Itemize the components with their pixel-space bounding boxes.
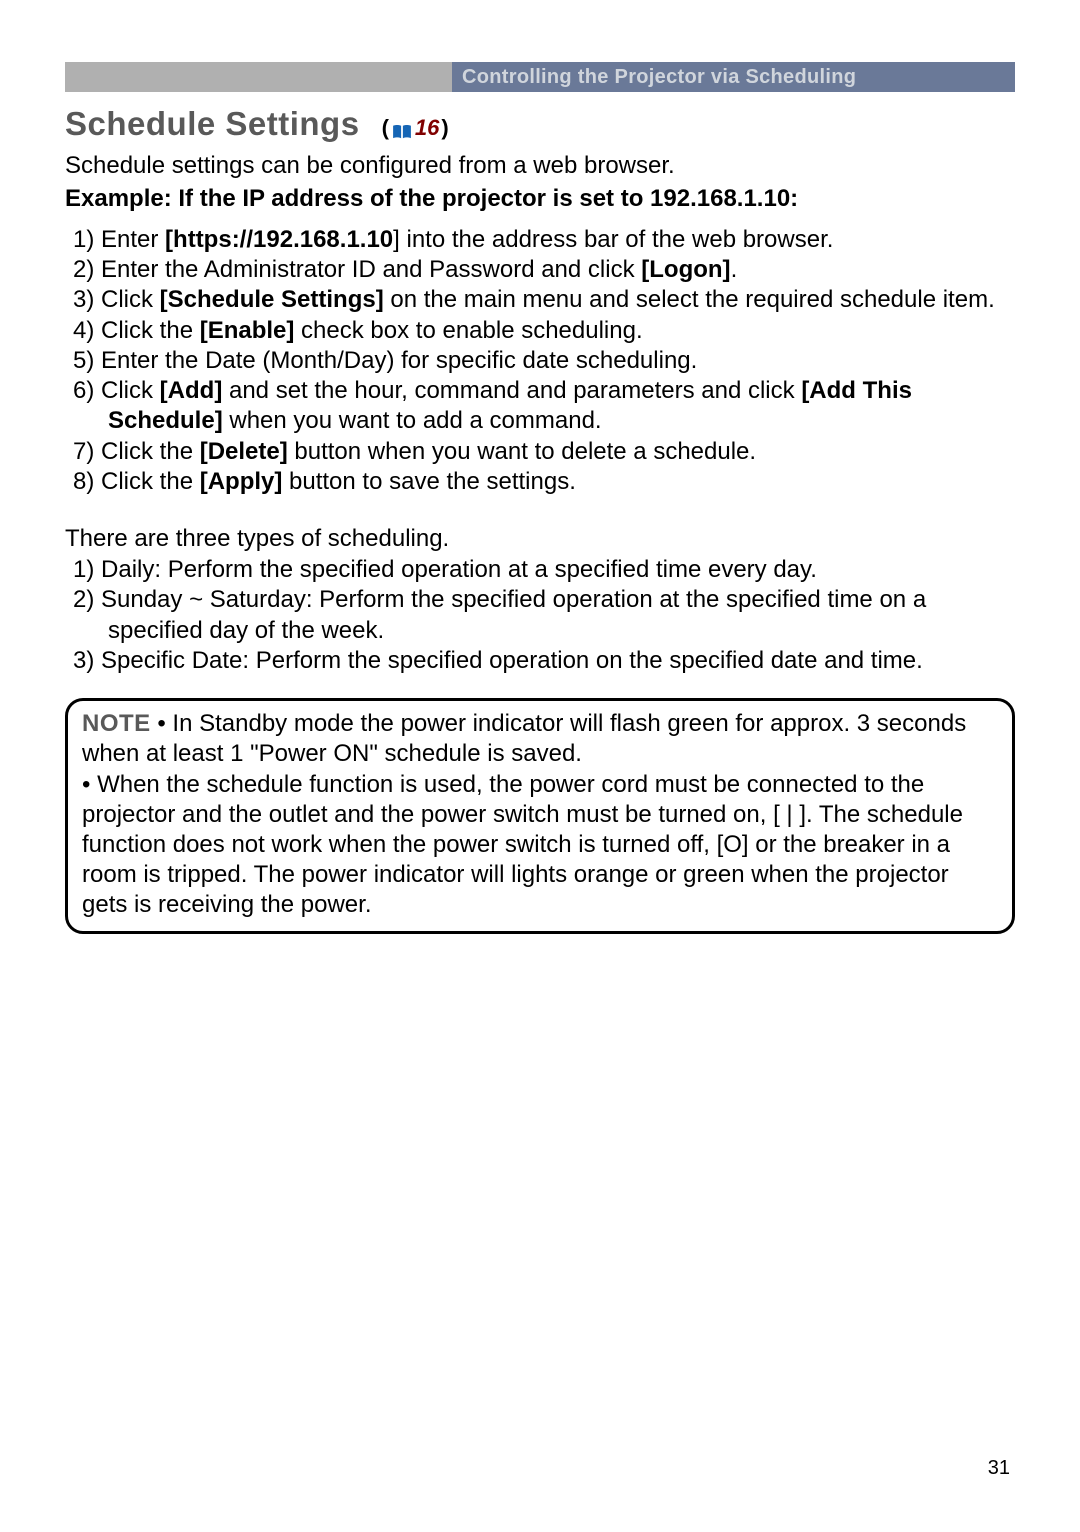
step-1: 1) Enter [https://192.168.1.10] into the…: [73, 225, 1015, 255]
type-2: 2) Sunday ~ Saturday: Perform the specif…: [73, 585, 1015, 645]
header-section-title: Controlling the Projector via Scheduling: [462, 66, 856, 89]
types-list: 1) Daily: Perform the specified operatio…: [65, 555, 1015, 676]
step-5: 5) Enter the Date (Month/Day) for specif…: [73, 346, 1015, 376]
step-4: 4) Click the [Enable] check box to enabl…: [73, 316, 1015, 346]
step-2: 2) Enter the Administrator ID and Passwo…: [73, 255, 1015, 285]
types-intro: There are three types of scheduling.: [65, 525, 1015, 553]
step-6: 6) Click [Add] and set the hour, command…: [73, 376, 1015, 436]
ref-number: 16: [415, 115, 439, 141]
type-1: 1) Daily: Perform the specified operatio…: [73, 555, 1015, 585]
note-box: NOTE • In Standby mode the power indicat…: [65, 698, 1015, 934]
note-label: NOTE: [82, 710, 151, 737]
heading-row: Schedule Settings ( 16 ): [65, 105, 1015, 143]
example-text: Example: If the IP address of the projec…: [65, 185, 1015, 213]
page-heading: Schedule Settings: [65, 105, 360, 143]
type-3: 3) Specific Date: Perform the specified …: [73, 646, 1015, 676]
page-content: Schedule Settings ( 16 ) Schedule settin…: [65, 105, 1015, 934]
intro-text: Schedule settings can be configured from…: [65, 151, 1015, 181]
book-icon: [391, 120, 413, 136]
step-7: 7) Click the [Delete] button when you wa…: [73, 437, 1015, 467]
step-3: 3) Click [Schedule Settings] on the main…: [73, 285, 1015, 315]
note-body: • In Standby mode the power indicator wi…: [82, 710, 966, 918]
page-number: 31: [988, 1457, 1010, 1480]
ref-close: ): [441, 115, 448, 141]
step-8: 8) Click the [Apply] button to save the …: [73, 467, 1015, 497]
steps-list: 1) Enter [https://192.168.1.10] into the…: [65, 225, 1015, 497]
ref-open: (: [382, 115, 389, 141]
page-reference: ( 16 ): [382, 115, 449, 141]
header-bar-blue: Controlling the Projector via Scheduling: [452, 62, 1015, 92]
